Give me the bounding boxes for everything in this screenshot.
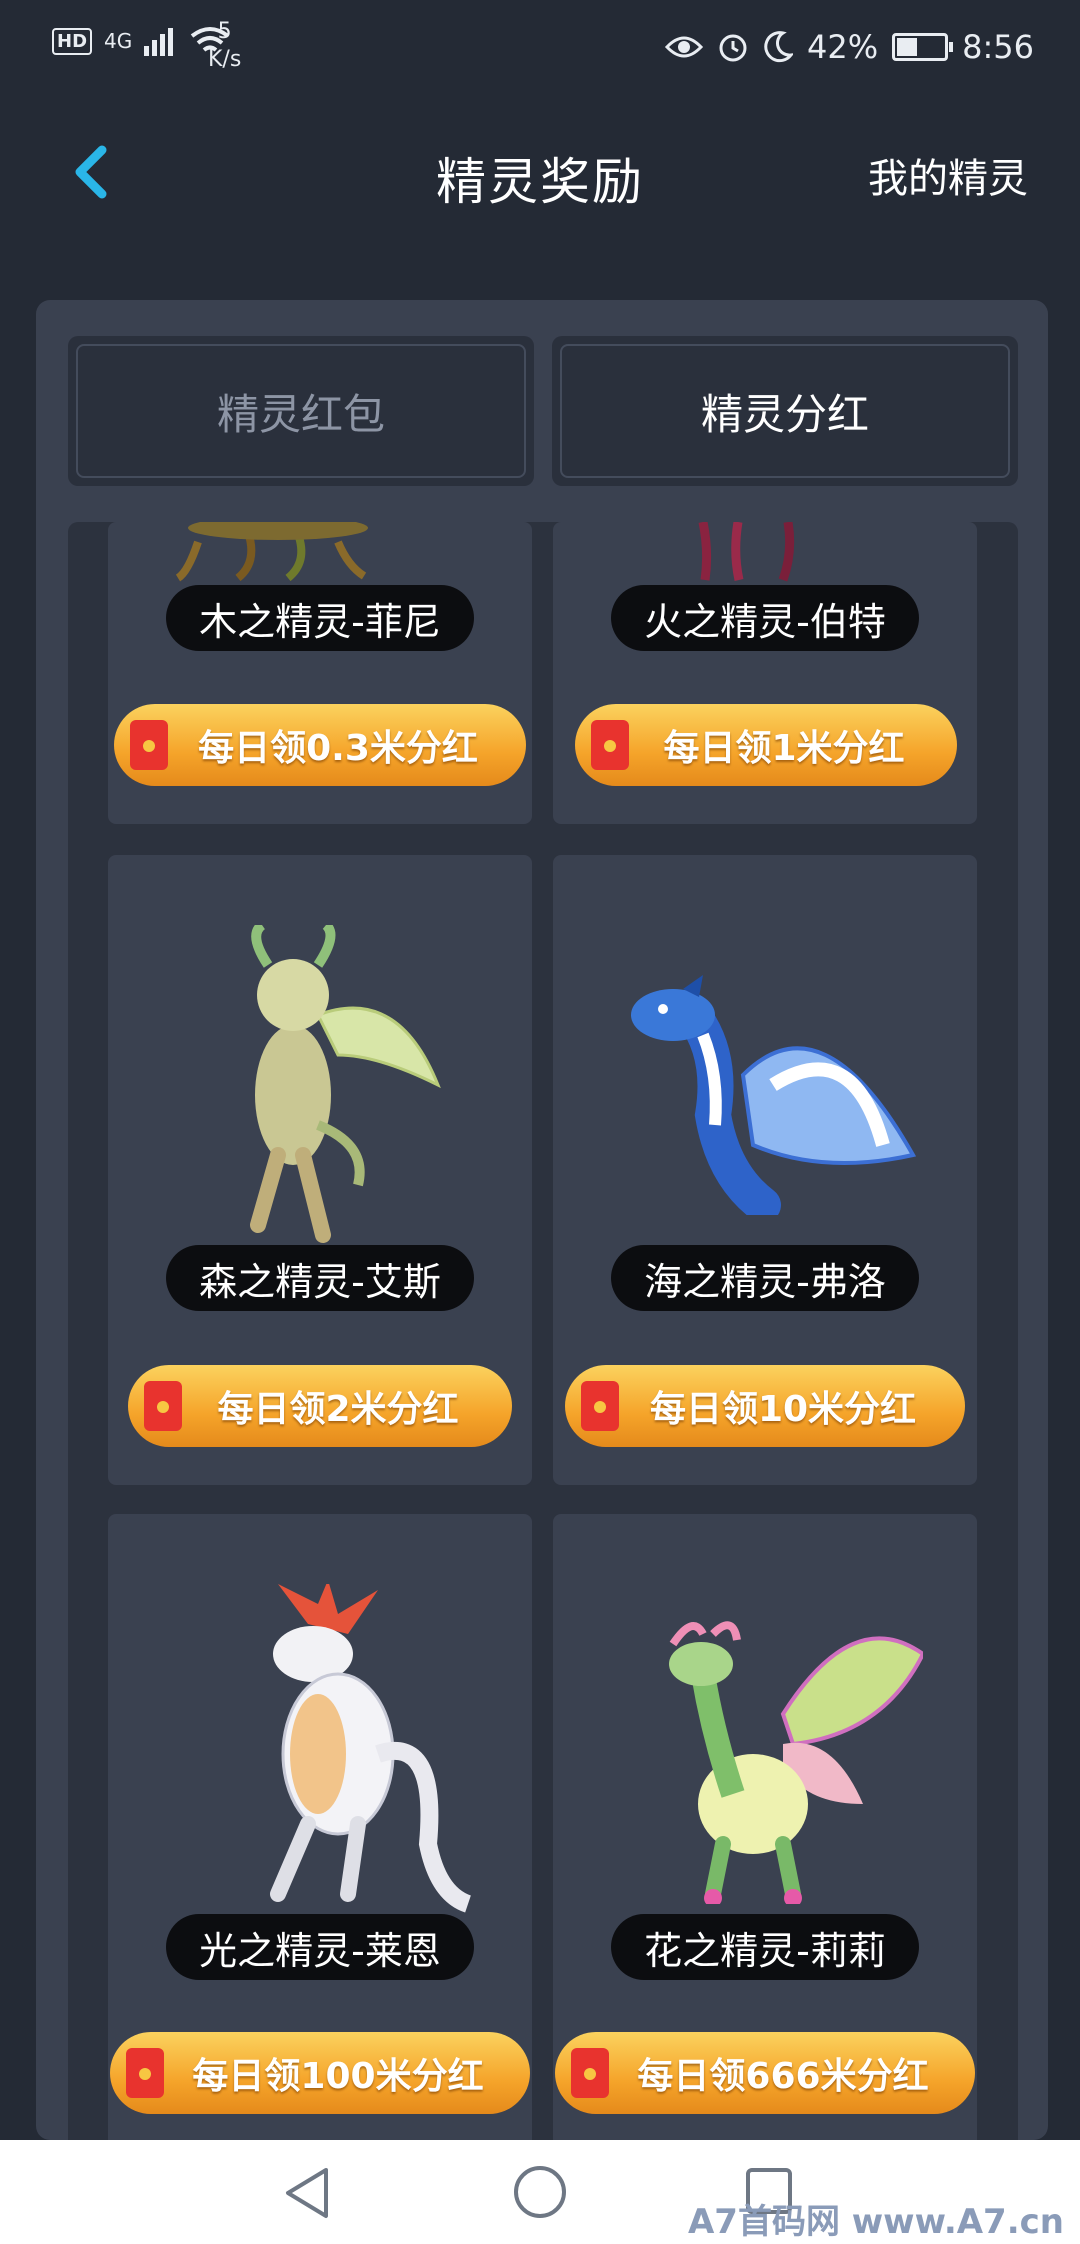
- sprite-name: 光之精灵-莱恩: [166, 1914, 474, 1980]
- sprite-card-fire: 火之精灵-伯特 每日领1米分红: [553, 522, 977, 824]
- reward-button[interactable]: 每日领10米分红: [565, 1365, 965, 1447]
- red-packet-icon: [126, 2048, 164, 2098]
- sprite-card-forest: 森之精灵-艾斯 每日领2米分红: [108, 855, 532, 1485]
- forest-sprite-image: [250, 925, 441, 1243]
- eye-icon: [665, 36, 704, 58]
- tab-bar: 精灵红包 精灵分红: [68, 336, 1018, 486]
- reward-label: 每日领0.3米分红: [198, 728, 478, 769]
- nav-home-icon[interactable]: [512, 2164, 568, 2220]
- fire-sprite-image: [698, 522, 795, 582]
- reward-button[interactable]: 每日领666米分红: [555, 2032, 975, 2114]
- tab-sprite-redpacket[interactable]: 精灵红包: [68, 336, 534, 486]
- sprite-card-light: 光之精灵-莱恩 每日领100米分红: [108, 1514, 532, 2140]
- clock: 8:56: [962, 28, 1034, 66]
- rewards-panel: 精灵红包 精灵分红 木之精灵-菲尼 每日领0.3米分红 火之精灵-伯特 每日领1…: [36, 300, 1048, 2140]
- moon-icon: [764, 31, 794, 63]
- sea-sprite-image: [631, 975, 917, 1215]
- red-packet-icon: [571, 2048, 609, 2098]
- red-packet-icon: [144, 1381, 182, 1431]
- system-nav-bar: A7首码网 www.A7.cn: [0, 2140, 1080, 2244]
- my-sprites-link[interactable]: 我的精灵: [868, 146, 1028, 204]
- reward-label: 每日领666米分红: [637, 2056, 929, 2097]
- status-right: 42% 8:56: [665, 28, 1034, 66]
- sprite-name: 海之精灵-弗洛: [611, 1245, 919, 1311]
- wood-sprite-image: [175, 522, 368, 582]
- signal-icon: [144, 28, 174, 56]
- watermark: A7首码网 www.A7.cn: [687, 2202, 1064, 2242]
- red-packet-icon: [581, 1381, 619, 1431]
- sprite-card-flower: 花之精灵-莉莉 每日领666米分红: [553, 1514, 977, 2140]
- speed-value: 5: [217, 19, 232, 44]
- sprite-name: 森之精灵-艾斯: [166, 1245, 474, 1311]
- tab-sprite-dividend[interactable]: 精灵分红: [552, 336, 1018, 486]
- speed-unit: K/s: [208, 47, 242, 72]
- status-left: HD 4G: [52, 26, 230, 56]
- status-bar: HD 4G 5 K/s 42% 8:56: [0, 0, 1080, 100]
- battery-percent: 42%: [807, 28, 879, 66]
- reward-button[interactable]: 每日领0.3米分红: [114, 704, 526, 786]
- nav-back-icon[interactable]: [282, 2166, 332, 2220]
- header: 精灵奖励 我的精灵: [0, 100, 1080, 240]
- light-sprite-image: [270, 1584, 472, 1913]
- reward-button[interactable]: 每日领1米分红: [575, 704, 957, 786]
- network-type: 4G: [104, 29, 133, 53]
- reward-label: 每日领10米分红: [649, 1389, 917, 1430]
- hd-badge: HD: [52, 27, 93, 55]
- reward-label: 每日领1米分红: [663, 728, 905, 769]
- network-speed: 5 K/s: [208, 18, 241, 74]
- flower-sprite-image: [669, 1621, 923, 1904]
- sprite-name: 火之精灵-伯特: [611, 585, 919, 651]
- reward-button[interactable]: 每日领100米分红: [110, 2032, 530, 2114]
- sprite-list[interactable]: 木之精灵-菲尼 每日领0.3米分红 火之精灵-伯特 每日领1米分红 森之精灵-艾…: [68, 522, 1018, 2140]
- reward-label: 每日领2米分红: [217, 1389, 459, 1430]
- sprite-card-wood: 木之精灵-菲尼 每日领0.3米分红: [108, 522, 532, 824]
- red-packet-icon: [591, 720, 629, 770]
- reward-button[interactable]: 每日领2米分红: [128, 1365, 512, 1447]
- sprite-card-sea: 海之精灵-弗洛 每日领10米分红: [553, 855, 977, 1485]
- alarm-icon: [719, 34, 747, 62]
- battery-icon: [892, 33, 954, 61]
- sprite-name: 木之精灵-菲尼: [166, 585, 474, 651]
- reward-label: 每日领100米分红: [192, 2056, 484, 2097]
- sprite-name: 花之精灵-莉莉: [611, 1914, 919, 1980]
- red-packet-icon: [130, 720, 168, 770]
